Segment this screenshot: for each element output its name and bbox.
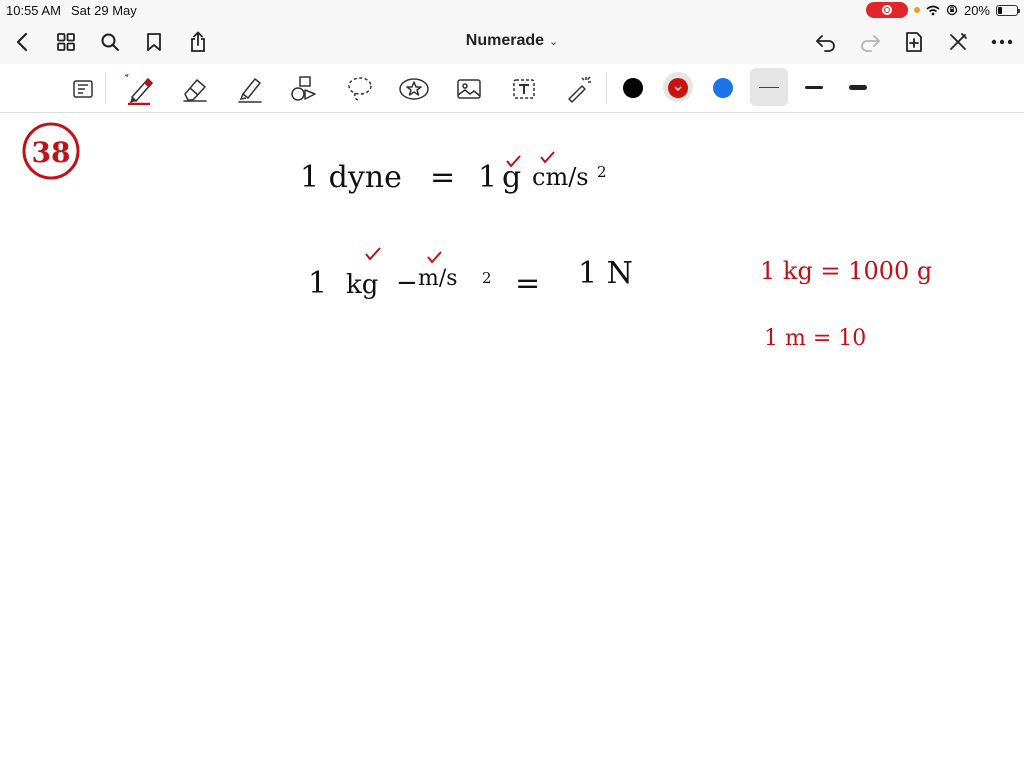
add-page-icon: [906, 32, 922, 52]
shapes-tool[interactable]: [287, 72, 321, 106]
mic-indicator-icon: [913, 7, 920, 13]
line2-right: 1 N: [578, 256, 633, 291]
side-conversions: 1 kg = 1000 g 1 m = 10: [760, 257, 932, 351]
sticker-icon: [399, 78, 429, 100]
line1-left: 1 dyne: [300, 160, 402, 195]
line1-cm-per-s: cm/s: [532, 163, 589, 191]
close-toolbar-button[interactable]: [942, 26, 974, 58]
line2-equals: =: [515, 266, 540, 301]
search-button[interactable]: [94, 26, 126, 58]
back-button[interactable]: [6, 26, 38, 58]
toolbar-divider: [606, 72, 607, 104]
text-tool[interactable]: [507, 72, 541, 106]
equation-line-2: 1 kg − m/s 2 = 1 N: [308, 247, 633, 301]
thickness-thin[interactable]: [759, 87, 779, 88]
redo-icon: [861, 35, 880, 52]
line2-dash: −: [396, 268, 418, 298]
highlighter-icon: [238, 78, 262, 103]
highlighter-tool[interactable]: [233, 72, 267, 106]
chevron-down-icon: [674, 86, 682, 91]
lasso-tool[interactable]: [343, 72, 377, 106]
reader-mode-icon: [73, 80, 93, 98]
thumbnails-button[interactable]: [50, 26, 82, 58]
thickness-medium[interactable]: [805, 86, 823, 89]
status-time: 10:55 AM: [6, 3, 61, 18]
side-note-m: 1 m = 10: [764, 326, 866, 351]
image-icon: [457, 79, 481, 99]
text-icon: [513, 79, 535, 99]
bookmark-icon: [147, 33, 161, 51]
navigation-bar: Numerade ⌄: [0, 20, 1024, 64]
shapes-icon: [291, 76, 316, 101]
grid-icon: [57, 33, 75, 51]
laser-pointer-tool[interactable]: [562, 72, 596, 106]
problem-number: 38: [32, 136, 71, 169]
redo-button[interactable]: [854, 26, 886, 58]
search-icon: [101, 33, 119, 51]
status-bar: 10:55 AM Sat 29 May 20%: [0, 0, 1024, 20]
sticker-tool[interactable]: [397, 72, 431, 106]
screen-recording-icon[interactable]: [865, 2, 908, 18]
image-tool[interactable]: [452, 72, 486, 106]
lasso-icon: [348, 77, 372, 101]
color-black-swatch[interactable]: [623, 78, 643, 98]
pen-icon: [124, 73, 154, 105]
chevron-left-icon: [16, 32, 28, 52]
line2-kg: kg: [346, 270, 378, 300]
chevron-down-icon[interactable]: ⌄: [549, 36, 558, 48]
undo-icon: [816, 35, 835, 52]
line2-m-per-s: m/s: [418, 266, 458, 291]
thickness-thick[interactable]: [849, 85, 867, 90]
top-bar: 10:55 AM Sat 29 May 20% Numerade ⌄: [0, 0, 1024, 64]
battery-percent: 20%: [963, 2, 990, 18]
note-canvas[interactable]: 38 1 dyne = 1 g cm/s 2 1 kg − m/s 2 = 1 …: [0, 113, 1024, 768]
bookmark-button[interactable]: [138, 26, 170, 58]
battery-icon: [996, 4, 1020, 16]
reader-mode-tool[interactable]: [66, 72, 100, 106]
drawing-toolbar: [0, 64, 1024, 113]
line1-equals: =: [430, 160, 455, 195]
add-page-button[interactable]: [898, 26, 930, 58]
laser-pointer-icon: [568, 76, 591, 103]
orientation-lock-icon: [946, 4, 958, 16]
line2-exponent: 2: [482, 269, 492, 287]
side-note-kg: 1 kg = 1000 g: [760, 257, 932, 285]
pen-tool[interactable]: [122, 72, 156, 106]
toolbar-divider: [105, 72, 106, 104]
ellipsis-icon: [991, 39, 1013, 45]
line2-one: 1: [308, 266, 327, 301]
status-date: Sat 29 May: [71, 3, 137, 18]
line1-exponent: 2: [597, 163, 607, 181]
share-icon: [191, 31, 205, 52]
document-title-text: Numerade: [465, 32, 545, 49]
pen-cross-icon: [950, 33, 967, 50]
check-mark: [427, 251, 442, 264]
color-red-swatch[interactable]: [668, 78, 688, 98]
problem-number-circle: 38: [22, 122, 80, 180]
more-button[interactable]: [986, 26, 1018, 58]
equation-line-1: 1 dyne = 1 g cm/s 2: [300, 151, 607, 195]
status-right: 20%: [865, 1, 1020, 19]
check-mark: [540, 151, 555, 164]
share-button[interactable]: [182, 26, 214, 58]
eraser-icon: [183, 79, 207, 102]
undo-button[interactable]: [810, 26, 842, 58]
color-blue-swatch[interactable]: [713, 78, 733, 98]
wifi-icon: [926, 5, 940, 15]
check-mark: [365, 247, 381, 261]
line1-one: 1: [478, 160, 497, 195]
eraser-tool[interactable]: [178, 72, 212, 106]
